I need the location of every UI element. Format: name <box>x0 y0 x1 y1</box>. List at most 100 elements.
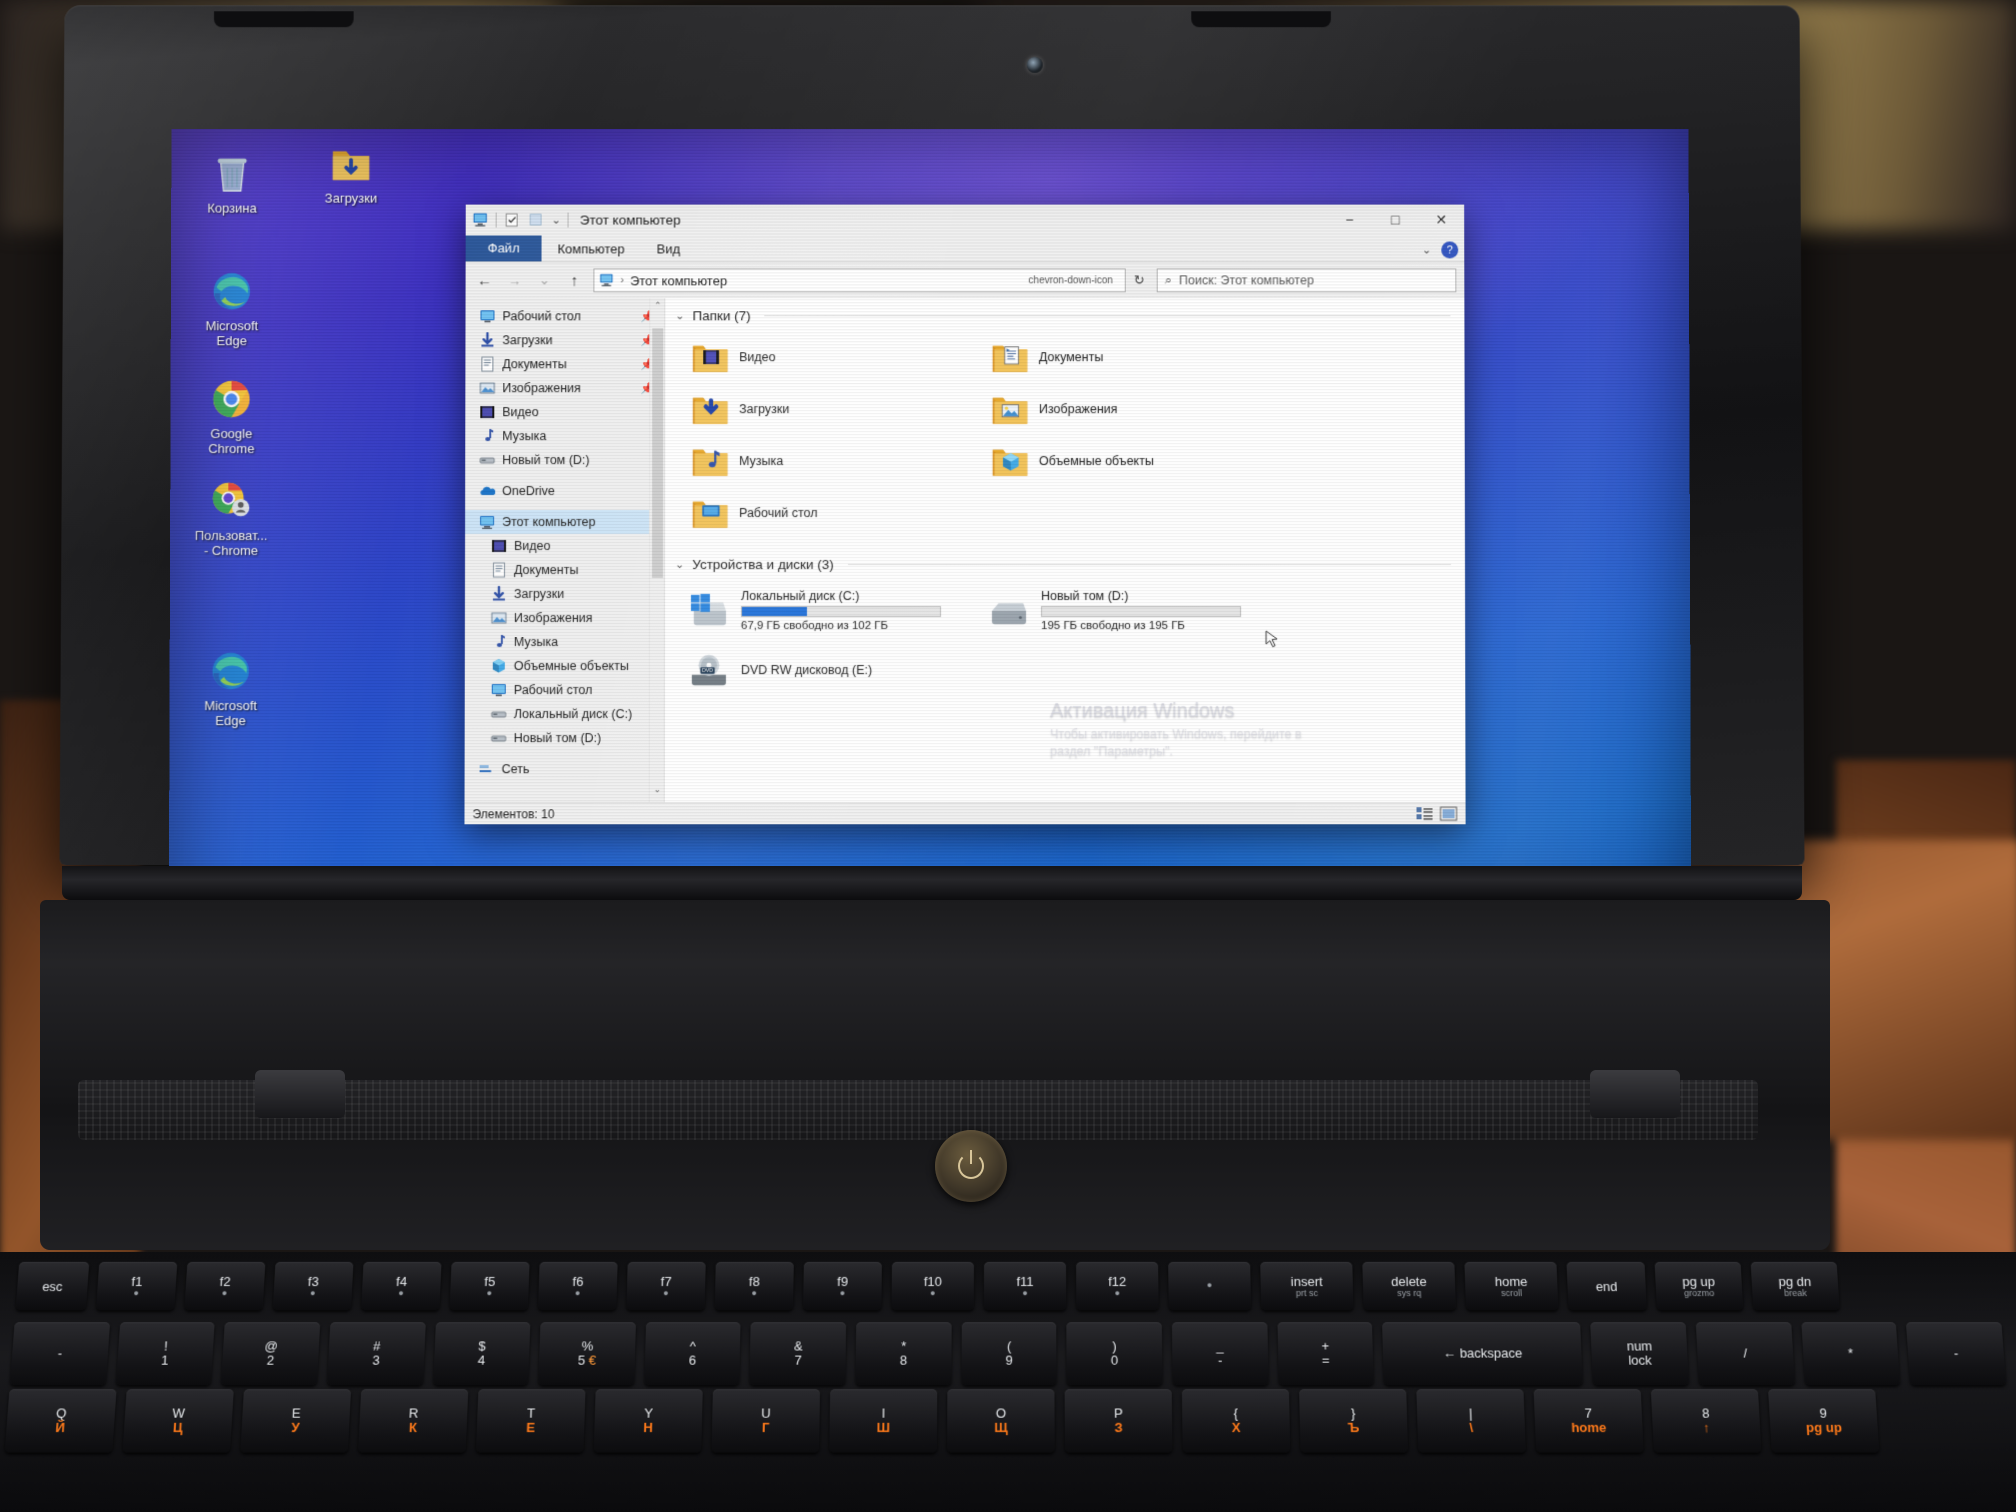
key--[interactable]: _ - <box>1171 1322 1269 1386</box>
power-button[interactable] <box>935 1130 1007 1202</box>
folder-tile[interactable]: Документы <box>991 331 1291 383</box>
sidebar-item[interactable]: Объемные объекты <box>465 654 664 678</box>
key--[interactable]: - <box>1906 1322 2007 1386</box>
computer-icon[interactable] <box>472 212 489 227</box>
key--[interactable]: - <box>9 1322 110 1386</box>
key-f8[interactable]: f8 ● <box>714 1261 794 1311</box>
recent-locations-button[interactable]: ⌄ <box>533 269 555 291</box>
folder-tile[interactable]: Видео <box>691 331 991 383</box>
key-delete[interactable]: delete sys rq <box>1362 1261 1457 1311</box>
key-6[interactable]: ^ 6 <box>644 1322 742 1386</box>
key-9[interactable]: (9 <box>961 1322 1057 1386</box>
tab-computer[interactable]: Компьютер <box>541 237 640 261</box>
forward-button[interactable]: → <box>504 269 526 291</box>
key-f7[interactable]: f7 ● <box>626 1261 706 1311</box>
refresh-icon[interactable]: ↻ <box>1134 272 1149 288</box>
key-insert[interactable]: insert prt sc <box>1260 1261 1354 1311</box>
chevron-down-icon[interactable]: ⌄ <box>675 558 684 571</box>
key-wireless-icon[interactable]: ● <box>1168 1261 1252 1311</box>
key-end[interactable]: end <box>1566 1261 1647 1311</box>
sidebar-item[interactable]: Новый том (D:) <box>465 726 664 750</box>
folder-tile[interactable]: Загрузки <box>691 383 991 435</box>
key-Q[interactable]: QЙ <box>4 1389 117 1453</box>
sidebar-item[interactable]: Этот компьютер <box>465 510 665 535</box>
keyboard-number-row[interactable]: -! 1 @2 #3 $4% 5 € ^ 6 & 7 * 8(9) 0 _ - + = ← backspace nu… <box>0 1322 2016 1386</box>
key-f11[interactable]: f11 ● <box>983 1261 1067 1311</box>
key-7[interactable]: & 7 <box>749 1322 847 1386</box>
folders-tile-list[interactable]: Видео Документы Загрузки Изображения Музыка О… <box>665 325 1465 543</box>
key-pg up[interactable]: pg up grozmo <box>1654 1261 1744 1311</box>
key-esc[interactable]: esc <box>15 1261 90 1311</box>
key-← backspace[interactable]: ← backspace <box>1382 1322 1584 1386</box>
sidebar-item[interactable]: Видео <box>465 400 664 424</box>
breadcrumb-current[interactable]: Этот компьютер <box>630 273 727 288</box>
key-O[interactable]: OЩ <box>947 1389 1055 1453</box>
folder-tile[interactable]: Музыка <box>691 435 991 487</box>
scroll-up-icon[interactable]: ⌃ <box>650 300 665 316</box>
sidebar-item[interactable]: Музыка <box>465 424 664 448</box>
drives-tile-list[interactable]: Локальный диск (C:) 67,9 ГБ свободно из 1… <box>665 574 1465 704</box>
keyboard-function-row[interactable]: esc f1 ● f2 ● f3 ● f4 ● f5 ● f6 ● f7 ● f8 ● f9 ● f10 ● f11 ● f1… <box>0 1261 2016 1311</box>
search-input[interactable]: ⌕ Поиск: Этот компьютер <box>1156 268 1457 293</box>
sidebar-item[interactable]: Загрузки 📌 <box>465 328 664 352</box>
keyboard-letter-row[interactable]: Q Й W Ц E У R К T Е Y Н U Г I Ш O Щ P З{Х} Ъ | \ 7 home 8 ↑ 9 pg up <box>0 1389 2016 1453</box>
key-/[interactable]: / <box>1695 1322 1795 1386</box>
key-pg dn[interactable]: pg dn break <box>1750 1261 1840 1311</box>
chevron-down-icon[interactable]: ⌄ <box>1422 243 1431 256</box>
key-f9[interactable]: f9 ● <box>803 1261 882 1311</box>
key-2[interactable]: @2 <box>221 1322 321 1386</box>
sidebar-item[interactable]: Сеть <box>465 757 664 781</box>
sidebar-item[interactable]: Загрузки <box>465 582 664 606</box>
nav-scrollbar[interactable]: ⌃ ⌄ <box>648 298 665 803</box>
key-home[interactable]: home scroll <box>1464 1261 1559 1311</box>
key-f4[interactable]: f4 ● <box>361 1261 442 1311</box>
key-T[interactable]: TЕ <box>475 1389 586 1453</box>
key-f1[interactable]: f1 ● <box>95 1261 178 1311</box>
sidebar-item[interactable]: Изображения 📌 <box>465 376 664 400</box>
key-7[interactable]: 7 home <box>1533 1389 1644 1453</box>
key-W[interactable]: WЦ <box>122 1389 234 1453</box>
minimize-button[interactable]: − <box>1326 205 1372 235</box>
tab-file[interactable]: Файл <box>465 235 542 262</box>
desktop-icon-chrome-profile[interactable]: Пользоват... - Chrome <box>176 478 286 559</box>
large-icons-view-icon[interactable] <box>1440 806 1458 821</box>
key-4[interactable]: $4 <box>432 1322 531 1386</box>
key-lock[interactable]: num lock <box>1590 1322 1690 1386</box>
key-I[interactable]: IШ <box>829 1389 938 1453</box>
key-1[interactable]: ! 1 <box>115 1322 215 1386</box>
drive-tile[interactable]: Локальный диск (C:) 67,9 ГБ свободно из 1… <box>687 580 987 640</box>
key-8[interactable]: * 8 <box>855 1322 952 1386</box>
desktop-icon-recycle-bin[interactable]: Корзина <box>177 151 287 217</box>
drive-tile[interactable]: Новый том (D:) 195 ГБ свободно из 195 ГБ <box>987 580 1287 640</box>
tab-view[interactable]: Вид <box>641 237 696 261</box>
folder-tile[interactable]: Изображения <box>991 383 1291 435</box>
back-button[interactable]: ← <box>474 269 496 291</box>
sidebar-item[interactable]: Рабочий стол 📌 <box>465 304 664 328</box>
key-|[interactable]: | \ <box>1416 1389 1526 1453</box>
drive-tile[interactable]: DVD DVD RW дисковод (E:) <box>687 640 987 700</box>
desktop-icon-downloads[interactable]: Загрузки <box>296 141 406 207</box>
folder-tile[interactable]: Объемные объекты <box>991 435 1291 487</box>
sidebar-item[interactable]: Изображения <box>465 606 664 630</box>
desktop-icon-edge-bottom[interactable]: Microsoft Edge <box>175 648 285 729</box>
key-f6[interactable]: f6 ● <box>537 1261 618 1311</box>
folders-group-header[interactable]: ⌄ Папки (7) <box>665 298 1464 325</box>
key-f3[interactable]: f3 ● <box>272 1261 354 1311</box>
sidebar-item[interactable]: Документы 📌 <box>465 352 664 376</box>
key-Y[interactable]: YН <box>593 1389 703 1453</box>
folder-tile[interactable]: Рабочий стол <box>691 487 991 539</box>
key-3[interactable]: #3 <box>326 1322 426 1386</box>
close-button[interactable]: ✕ <box>1418 205 1464 235</box>
new-folder-icon[interactable] <box>528 212 545 227</box>
sidebar-item[interactable]: OneDrive <box>465 479 664 503</box>
key-=[interactable]: + = <box>1277 1322 1375 1386</box>
up-button[interactable]: ↑ <box>563 269 585 291</box>
key-U[interactable]: UГ <box>711 1389 821 1453</box>
key-5[interactable]: % 5 € <box>538 1322 636 1386</box>
key-*[interactable]: * <box>1801 1322 1901 1386</box>
key-f12[interactable]: f12 ● <box>1076 1261 1159 1311</box>
key-f10[interactable]: f10 ● <box>891 1261 974 1311</box>
key-9[interactable]: 9 pg up <box>1768 1389 1880 1453</box>
maximize-button[interactable]: □ <box>1372 205 1418 235</box>
sidebar-item[interactable]: Документы <box>465 558 664 582</box>
